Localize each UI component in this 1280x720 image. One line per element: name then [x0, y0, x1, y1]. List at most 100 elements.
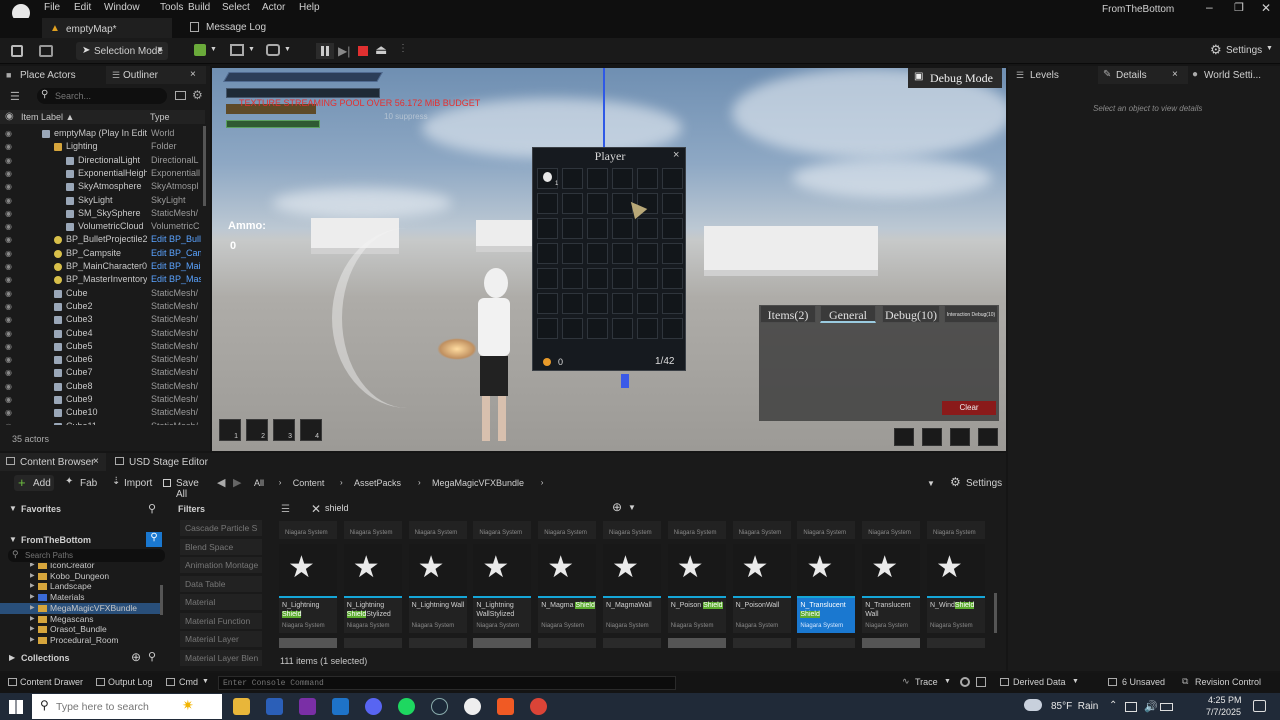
onenote-icon[interactable]	[299, 698, 316, 715]
inventory-slot[interactable]	[637, 218, 658, 239]
file-explorer-icon[interactable]	[233, 698, 250, 715]
menu-item-help[interactable]: Help	[299, 2, 320, 13]
inventory-slot[interactable]	[637, 293, 658, 314]
outliner-row[interactable]: ◉ Cube11 StaticMesh/	[0, 420, 205, 425]
brave-icon[interactable]	[497, 698, 514, 715]
outliner-row[interactable]: ◉ Cube7 StaticMesh/	[0, 366, 205, 379]
outliner-row[interactable]: ◉ Cube10 StaticMesh/	[0, 406, 205, 419]
snapshot-icon[interactable]	[976, 677, 986, 687]
blueprint-icon[interactable]	[230, 44, 244, 56]
asset-tile-partial[interactable]: Niagara System	[408, 521, 467, 539]
stop-icon[interactable]	[358, 46, 368, 56]
debug-tab[interactable]: Interaction Debug(10)	[944, 305, 998, 323]
cinematics-dropdown-icon[interactable]: ▼	[284, 46, 291, 53]
asset-tile-partial[interactable]: Niagara System	[603, 521, 661, 539]
inventory-slot[interactable]	[562, 243, 583, 264]
inventory-slot[interactable]	[612, 168, 633, 189]
save-icon[interactable]	[11, 45, 23, 57]
inventory-slot[interactable]	[612, 268, 633, 289]
asset-tile-next-row[interactable]	[408, 638, 467, 648]
asset-tile[interactable]: ★ N_Translucent Shield Niagara System	[797, 544, 856, 633]
tab-details[interactable]: ✎ Details ×	[1098, 66, 1188, 84]
add-folder-icon[interactable]	[175, 91, 186, 100]
asset-search-input[interactable]	[325, 501, 605, 515]
inventory-slot[interactable]	[662, 268, 683, 289]
unsaved-button[interactable]: 6 Unsaved	[1108, 676, 1168, 690]
taskbar-search-input[interactable]	[56, 699, 186, 714]
outliner-row[interactable]: ◉ BP_MainCharacter0 Edit BP_Mai	[0, 260, 205, 273]
outliner-row[interactable]: ◉ DirectionalLight DirectionalL	[0, 154, 205, 167]
asset-tile[interactable]: ★ N_PoisonWall Niagara System	[732, 544, 791, 633]
inventory-slot[interactable]	[637, 318, 658, 339]
discord-icon[interactable]	[365, 698, 382, 715]
settings-button[interactable]: ⚙ Settings ▼	[1208, 42, 1276, 59]
clear-button[interactable]: Clear	[942, 401, 996, 415]
asset-tile-partial[interactable]: Niagara System	[279, 521, 337, 539]
inventory-slot[interactable]	[662, 318, 683, 339]
asset-filter-icon[interactable]: ☰	[281, 504, 290, 515]
trace-dropdown[interactable]: ∿ Trace ▼	[902, 676, 954, 690]
inventory-slot[interactable]	[587, 318, 608, 339]
visibility-toggle-icon[interactable]: ◉	[5, 260, 12, 273]
asset-tile-partial[interactable]: Niagara System	[343, 521, 402, 539]
minimize-icon[interactable]: –	[1206, 0, 1213, 14]
visibility-toggle-icon[interactable]: ◉	[5, 340, 12, 353]
asset-tile-next-row[interactable]	[862, 638, 921, 648]
asset-tile[interactable]: ★ N_Lightning ShieldStylized Niagara Syste…	[343, 544, 402, 633]
outliner-row[interactable]: ◉ Cube StaticMesh/	[0, 287, 205, 300]
visibility-toggle-icon[interactable]: ◉	[5, 287, 12, 300]
source-control-icon[interactable]	[39, 45, 53, 57]
debug-tab[interactable]: Items(2)	[760, 305, 816, 323]
console-input[interactable]	[218, 676, 676, 690]
menu-item-tools[interactable]: Tools	[160, 2, 183, 13]
outliner-row[interactable]: ◉ SkyAtmosphere SkyAtmospl	[0, 180, 205, 193]
inventory-slot[interactable]	[537, 268, 558, 289]
tab-world-settings[interactable]: ● World Setti...	[1190, 68, 1280, 84]
outliner-row[interactable]: ◉ BP_Campsite Edit BP_Cam	[0, 247, 205, 260]
inventory-slot[interactable]	[562, 168, 583, 189]
quick-slot[interactable]	[922, 428, 942, 446]
visibility-toggle-icon[interactable]: ◉	[5, 180, 12, 193]
volume-icon[interactable]: 🔊	[1144, 700, 1158, 713]
visibility-toggle-icon[interactable]: ◉	[5, 366, 12, 379]
asset-tile-next-row[interactable]	[279, 638, 337, 648]
asset-tile[interactable]: ★ N_MagmaWall Niagara System	[603, 544, 661, 633]
inventory-slot[interactable]	[587, 268, 608, 289]
inventory-slot[interactable]	[587, 293, 608, 314]
edit-blueprint-link[interactable]: Edit BP_Cam	[151, 247, 201, 260]
inventory-slot[interactable]	[562, 193, 583, 214]
visibility-toggle-icon[interactable]: ◉	[5, 247, 12, 260]
inventory-slot[interactable]	[612, 243, 633, 264]
asset-tile-next-row[interactable]	[473, 638, 532, 648]
asset-search-field[interactable]: ⊕ ▼	[325, 500, 641, 515]
close-details-icon[interactable]: ×	[1172, 69, 1178, 80]
menu-item-window[interactable]: Window	[104, 2, 140, 13]
asset-tile-partial[interactable]: Niagara System	[473, 521, 532, 539]
visibility-toggle-icon[interactable]: ◉	[5, 353, 12, 366]
inventory-slot[interactable]	[637, 243, 658, 264]
inventory-slot[interactable]	[612, 218, 633, 239]
visibility-toggle-icon[interactable]: ◉	[5, 167, 12, 180]
search-dropdown-icon[interactable]: ▼	[628, 503, 636, 512]
clock-date[interactable]: 7/7/2025	[1206, 707, 1241, 717]
filter-chip[interactable]: Blend Space	[180, 538, 262, 555]
outliner-row[interactable]: ◉ BP_BulletProjectile28 Edit BP_Bull	[0, 233, 205, 246]
add-actor-icon[interactable]	[194, 44, 206, 56]
outliner-settings-icon[interactable]: ⚙	[192, 88, 203, 102]
inventory-slot[interactable]	[537, 243, 558, 264]
outliner-row[interactable]: ◉ Lighting Folder	[0, 140, 205, 153]
inventory-slot[interactable]	[562, 318, 583, 339]
asset-scrollbar[interactable]	[994, 593, 997, 633]
steam-icon[interactable]	[431, 698, 448, 715]
visibility-toggle-icon[interactable]: ◉	[5, 327, 12, 340]
visibility-toggle-icon[interactable]: ◉	[5, 154, 12, 167]
asset-tile[interactable]: ★ N_Lightning WallStylized Niagara System	[473, 544, 532, 633]
record-icon[interactable]	[960, 677, 970, 687]
edit-blueprint-link[interactable]: Edit BP_Mai	[151, 260, 201, 273]
asset-tile-partial[interactable]: Niagara System	[862, 521, 921, 539]
outliner-row[interactable]: ◉ SkyLight SkyLight	[0, 194, 205, 207]
inventory-slot[interactable]	[637, 268, 658, 289]
tab-outliner[interactable]: ☰ Outliner ×	[106, 66, 206, 84]
outliner-search-input[interactable]	[55, 90, 155, 102]
outliner-row[interactable]: ◉ Cube9 StaticMesh/	[0, 393, 205, 406]
